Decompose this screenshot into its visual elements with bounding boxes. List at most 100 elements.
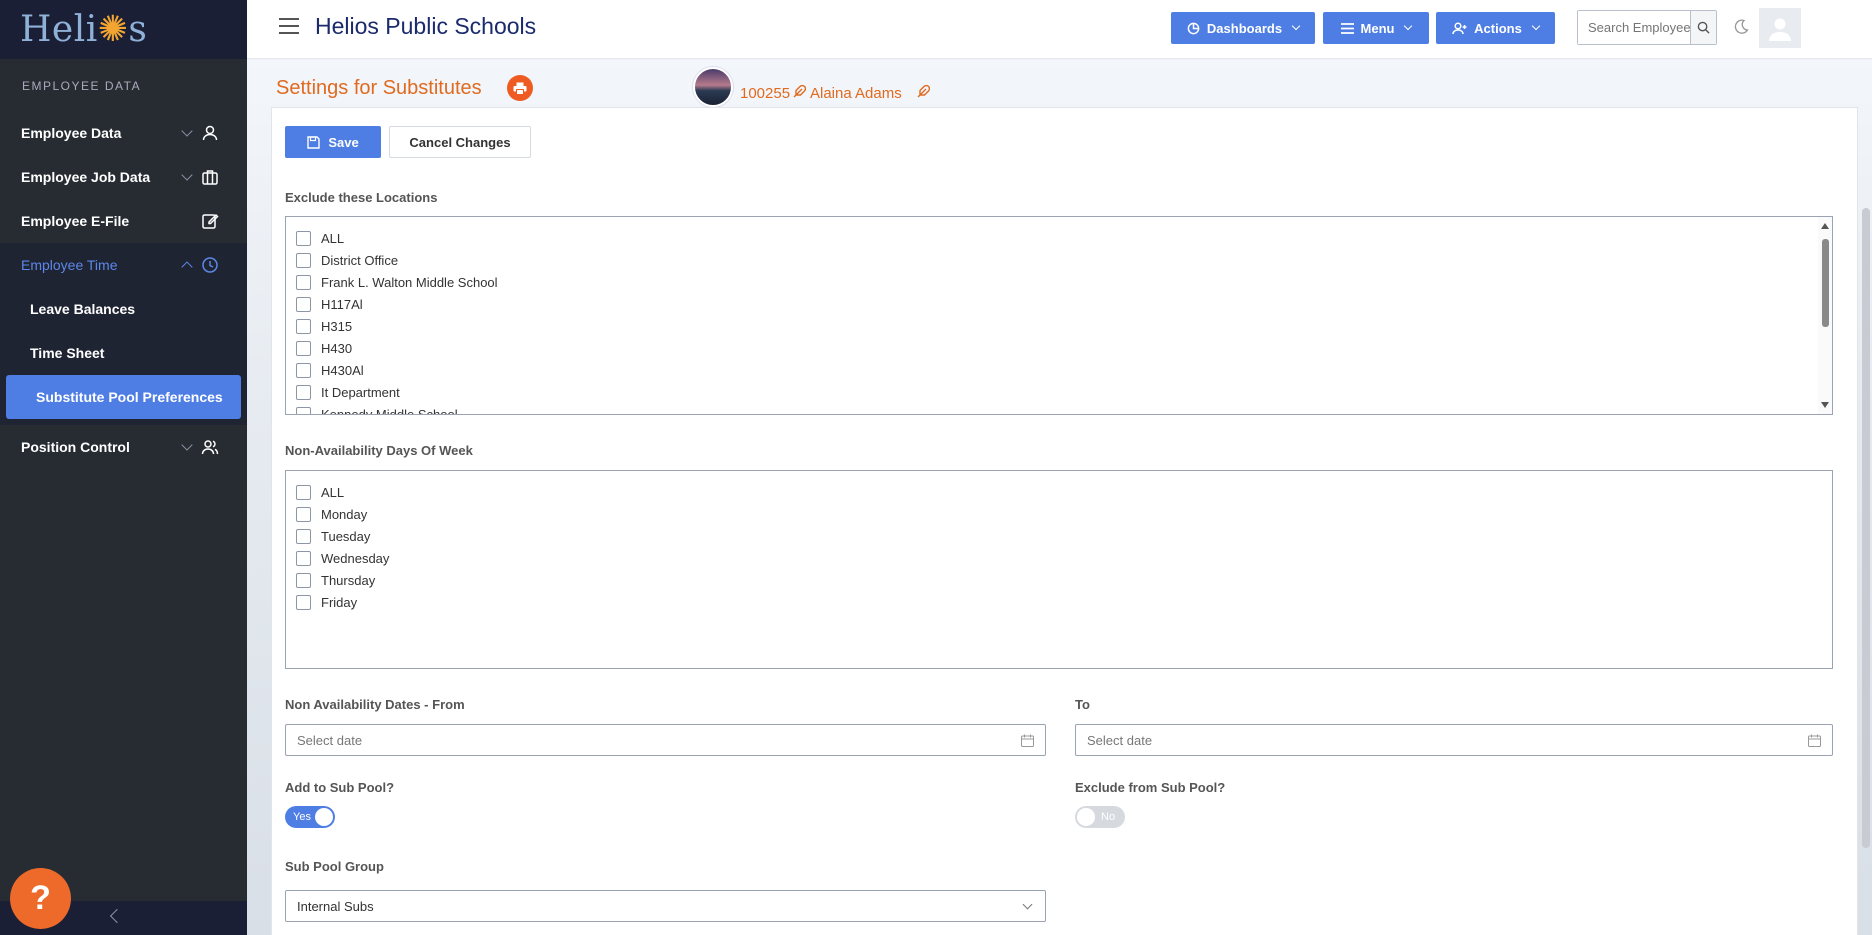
logo[interactable]: Heli✺s [0,0,247,59]
checkbox[interactable] [296,572,311,588]
checkbox[interactable] [296,252,311,268]
sidebar-item-label: Employee Data [21,125,122,141]
location-option[interactable]: H430Al [286,359,1832,381]
sidebar-section-title: EMPLOYEE DATA [22,79,142,93]
list-scrollbar[interactable] [1818,217,1832,414]
checkbox[interactable] [296,296,311,312]
collapse-sidebar-icon[interactable] [109,908,125,924]
location-option[interactable]: District Office [286,249,1832,271]
location-option[interactable]: Kennedy Middle School [286,403,1832,415]
location-option[interactable]: H430 [286,337,1832,359]
scrollbar-thumb[interactable] [1822,239,1829,327]
dark-mode-icon[interactable] [1733,19,1749,35]
search-input[interactable] [1578,11,1690,44]
dashboards-button[interactable]: Dashboards [1171,12,1315,44]
day-option[interactable]: Monday [286,503,1832,525]
days-label: Non-Availability Days Of Week [285,443,473,458]
chevron-up-icon [181,261,193,273]
sidebar-item-employee-job-data[interactable]: Employee Job Data [0,155,247,199]
checkbox[interactable] [296,274,311,290]
toggle-knob [315,808,333,826]
save-button[interactable]: Save [285,126,381,158]
edit-icon [202,213,219,229]
day-option[interactable]: Tuesday [286,525,1832,547]
sidebar-submenu: Leave Balances Time Sheet Substitute Poo… [0,287,247,425]
add-sub-pool-toggle[interactable]: Yes [285,806,335,828]
calendar-icon [1021,734,1034,747]
checkbox[interactable] [296,362,311,378]
sub-pool-group-label: Sub Pool Group [285,859,384,874]
days-list[interactable]: ALL Monday Tuesday Wednesday Thursday Fr… [285,470,1833,669]
scroll-up-arrow-icon[interactable] [1821,223,1829,229]
dates-to-label: To [1075,697,1090,712]
location-option[interactable]: Frank L. Walton Middle School [286,271,1832,293]
user-icon [202,125,218,141]
user-avatar-button[interactable] [1759,8,1801,48]
add-sub-pool-label: Add to Sub Pool? [285,780,395,795]
cancel-changes-button[interactable]: Cancel Changes [389,126,531,158]
actions-button[interactable]: Actions [1436,12,1555,44]
scrollbar-thumb[interactable] [1862,208,1870,848]
location-option[interactable]: ALL [286,227,1832,249]
sub-pool-group-select[interactable]: Internal Subs [285,890,1046,922]
checkbox[interactable] [296,550,311,566]
option-label: Friday [321,594,358,610]
sidebar-item-position-control[interactable]: Position Control [0,425,247,469]
dashboards-label: Dashboards [1206,20,1283,36]
checkbox[interactable] [296,340,311,356]
page-scrollbar[interactable] [1862,123,1870,935]
exclude-sub-pool-toggle[interactable]: No [1075,806,1125,828]
print-button[interactable] [507,75,533,101]
menu-button[interactable]: Menu [1323,12,1429,44]
hamburger-menu-icon[interactable] [279,18,299,34]
toggle-value: Yes [293,811,311,823]
date-to-input[interactable]: Select date [1075,724,1833,756]
page-title: Settings for Substitutes [276,77,482,99]
locations-list[interactable]: ALL District Office Frank L. Walton Midd… [285,216,1833,415]
checkbox[interactable] [296,506,311,522]
day-option[interactable]: Thursday [286,569,1832,591]
chevron-down-icon [1291,21,1301,31]
checkbox[interactable] [296,384,311,400]
day-option[interactable]: Friday [286,591,1832,613]
sidebar-item-employee-time[interactable]: Employee Time [0,243,247,287]
option-label: Kennedy Middle School [321,406,458,415]
location-option[interactable]: H117Al [286,293,1832,315]
day-option[interactable]: ALL [286,481,1832,503]
sidebar-subitem-substitute-pool-preferences[interactable]: Substitute Pool Preferences [6,375,241,419]
checkbox[interactable] [296,528,311,544]
employee-search [1577,10,1717,45]
feather-icon[interactable] [792,85,806,99]
logo-text: Heli✺s [20,9,148,50]
location-option[interactable]: It Department [286,381,1832,403]
location-option[interactable]: H315 [286,315,1832,337]
option-label: H315 [321,318,353,334]
sidebar-item-employee-data[interactable]: Employee Data [0,111,247,155]
avatar-icon [1769,18,1791,41]
date-to-placeholder: Select date [1087,732,1153,748]
checkbox[interactable] [296,230,311,246]
search-button[interactable] [1690,11,1716,44]
chevron-down-icon [1022,899,1033,910]
sidebar-subitem-time-sheet[interactable]: Time Sheet [0,331,247,375]
sidebar-item-label: Employee Time [21,257,118,273]
scroll-down-arrow-icon[interactable] [1821,402,1829,408]
option-label: H430 [321,340,353,356]
day-option[interactable]: Wednesday [286,547,1832,569]
checkbox[interactable] [296,484,311,500]
option-label: ALL [321,484,345,500]
date-from-input[interactable]: Select date [285,724,1046,756]
checkbox[interactable] [296,406,311,414]
checkbox[interactable] [296,318,311,334]
search-icon [1697,21,1710,34]
feather-icon[interactable] [916,85,930,99]
sidebar-subitem-leave-balances[interactable]: Leave Balances [0,287,247,331]
checkbox[interactable] [296,594,311,610]
sidebar-item-employee-efile[interactable]: Employee E-File [0,199,247,243]
employee-name: Alaina Adams [810,85,902,102]
calendar-icon [1808,734,1821,747]
option-label: ALL [321,230,345,246]
option-label: H117Al [321,296,363,312]
chevron-down-icon [181,169,193,181]
help-button[interactable]: ? [10,868,71,929]
